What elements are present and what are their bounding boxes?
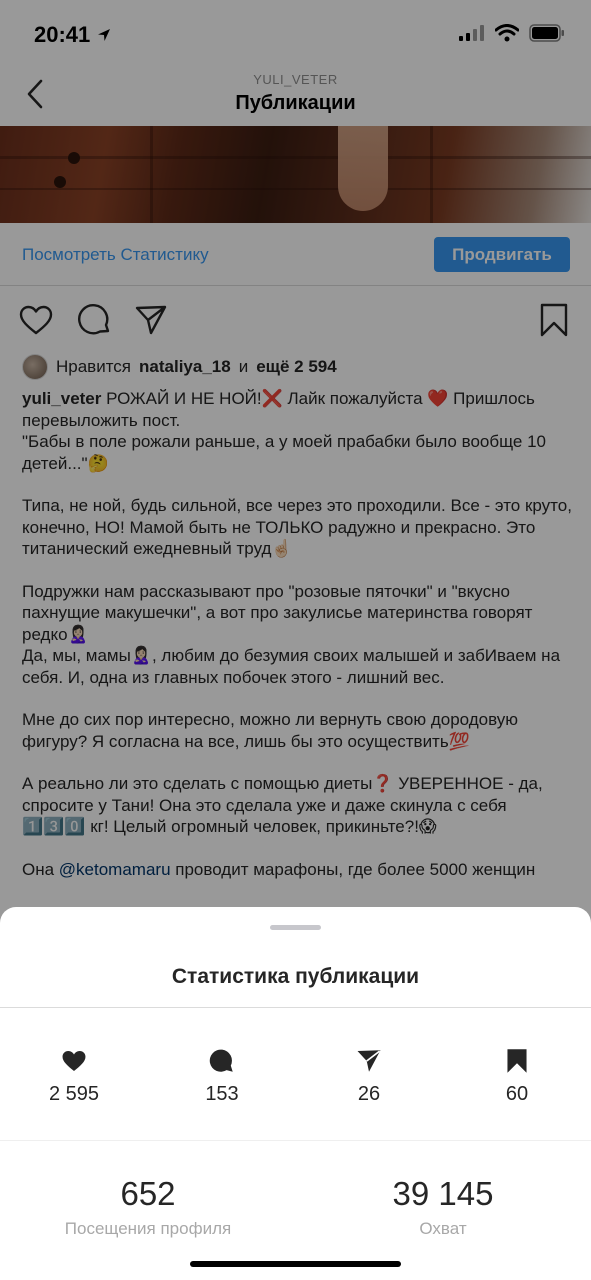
- profile-visits-value: 652: [120, 1175, 176, 1212]
- home-indicator[interactable]: [190, 1261, 401, 1267]
- heart-icon: [62, 1051, 86, 1071]
- bookmark-icon: [507, 1049, 527, 1073]
- stat-shares-value: 26: [357, 1083, 381, 1105]
- stat-likes-value: 2 595: [48, 1083, 100, 1105]
- stat-comments-value: 153: [205, 1083, 239, 1105]
- sheet-divider: [0, 1007, 591, 1008]
- sheet-title: Статистика публикации: [171, 965, 420, 988]
- sheet-divider-2: [0, 1140, 591, 1141]
- insights-bottom-sheet: Статистика публикации 2 595 153 26 60 65…: [0, 907, 591, 1280]
- stat-saves: 60: [462, 1047, 572, 1106]
- stat-saves-value: 60: [505, 1083, 529, 1105]
- sheet-grabber[interactable]: [270, 925, 321, 930]
- profile-visits-stat: 652 Посещения профиля: [23, 1175, 273, 1239]
- stat-shares: 26: [314, 1047, 424, 1106]
- stat-comments: 153: [167, 1047, 277, 1106]
- profile-visits-label: Посещения профиля: [64, 1219, 232, 1238]
- comment-icon: [209, 1049, 233, 1072]
- reach-stat: 39 145 Охват: [318, 1175, 568, 1239]
- reach-label: Охват: [419, 1219, 467, 1238]
- send-icon: [357, 1050, 381, 1072]
- reach-value: 39 145: [392, 1175, 494, 1212]
- stat-likes: 2 595: [19, 1047, 129, 1106]
